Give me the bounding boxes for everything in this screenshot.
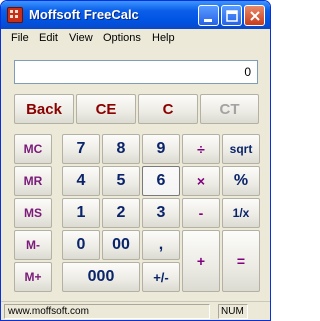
key-1[interactable]: 1 (62, 198, 100, 228)
key-5[interactable]: 5 (102, 166, 140, 196)
clear-entry-button[interactable]: CE (76, 94, 136, 124)
key-2[interactable]: 2 (102, 198, 140, 228)
close-button[interactable] (244, 5, 265, 26)
menu-view[interactable]: View (69, 32, 93, 44)
key-3[interactable]: 3 (142, 198, 180, 228)
maximize-icon (226, 10, 238, 22)
minus-button[interactable]: - (182, 198, 220, 228)
plus-minus-button[interactable]: +/- (142, 262, 180, 292)
memory-recall-button[interactable]: MR (14, 166, 52, 196)
display-value: 0 (244, 65, 251, 79)
decimal-button[interactable]: , (142, 230, 180, 260)
calculator-window: Moffsoft FreeCalc File Edit View Options… (0, 0, 271, 321)
keypad: Back CE C CT MC MR MS M- M+ 7 8 9 ÷ sqrt… (12, 92, 261, 294)
key-8[interactable]: 8 (102, 134, 140, 164)
maximize-button[interactable] (221, 5, 242, 26)
key-4[interactable]: 4 (62, 166, 100, 196)
resize-grip[interactable] (251, 304, 267, 319)
status-bar: www.moffsoft.com NUM (1, 301, 270, 320)
menu-bar: File Edit View Options Help (1, 29, 270, 49)
divide-button[interactable]: ÷ (182, 134, 220, 164)
memory-clear-button[interactable]: MC (14, 134, 52, 164)
menu-help[interactable]: Help (152, 32, 175, 44)
app-icon (7, 7, 23, 23)
multiply-button[interactable]: × (182, 166, 220, 196)
minimize-button[interactable] (198, 5, 219, 26)
title-bar[interactable]: Moffsoft FreeCalc (1, 1, 270, 29)
menu-file[interactable]: File (11, 32, 29, 44)
memory-store-button[interactable]: MS (14, 198, 52, 228)
equals-button[interactable]: = (222, 230, 260, 292)
menu-edit[interactable]: Edit (39, 32, 58, 44)
key-00[interactable]: 00 (102, 230, 140, 260)
status-website: www.moffsoft.com (4, 304, 210, 319)
menu-options[interactable]: Options (103, 32, 141, 44)
reciprocal-button[interactable]: 1/x (222, 198, 260, 228)
sqrt-button[interactable]: sqrt (222, 134, 260, 164)
window-title: Moffsoft FreeCalc (29, 7, 139, 22)
clear-tape-button[interactable]: CT (200, 94, 259, 124)
close-icon (250, 11, 260, 21)
plus-button[interactable]: + (182, 230, 220, 292)
clear-button[interactable]: C (138, 94, 198, 124)
calculator-display: 0 (14, 60, 258, 84)
key-6[interactable]: 6 (142, 166, 180, 196)
back-button[interactable]: Back (14, 94, 74, 124)
percent-button[interactable]: % (222, 166, 260, 196)
key-9[interactable]: 9 (142, 134, 180, 164)
key-7[interactable]: 7 (62, 134, 100, 164)
memory-subtract-button[interactable]: M- (14, 230, 52, 260)
memory-add-button[interactable]: M+ (14, 262, 52, 292)
key-0[interactable]: 0 (62, 230, 100, 260)
minimize-icon (204, 19, 212, 22)
key-000[interactable]: 000 (62, 262, 140, 292)
status-numlock: NUM (218, 304, 248, 319)
